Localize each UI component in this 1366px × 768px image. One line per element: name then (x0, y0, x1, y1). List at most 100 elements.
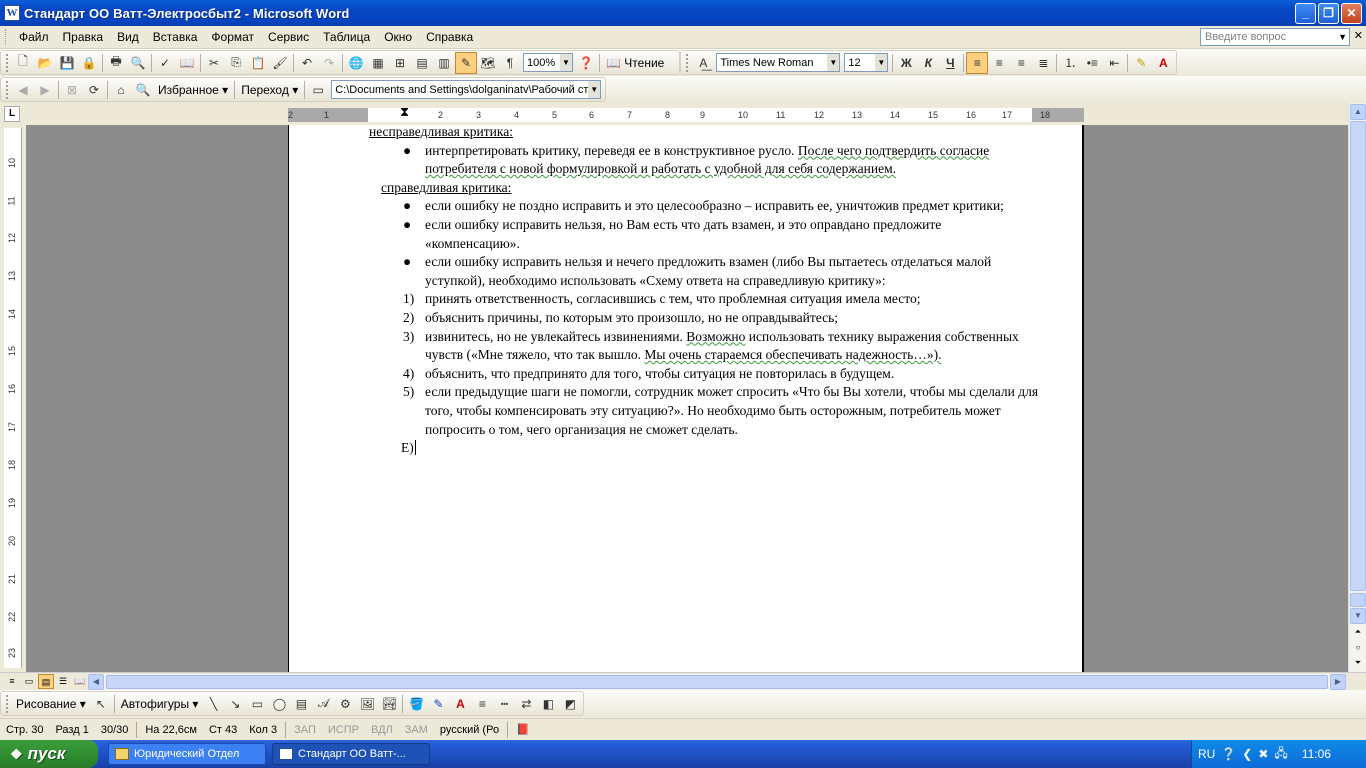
next-page-icon[interactable]: ⏷ (1350, 656, 1366, 672)
document-body[interactable]: несправедливая критика: ● интерпретироват… (369, 125, 1039, 458)
refresh-icon[interactable]: ⟳ (83, 79, 105, 101)
vertical-ruler[interactable]: 10 11 12 13 14 15 16 17 18 19 20 21 22 2… (4, 128, 22, 668)
help-question-input[interactable]: Введите вопрос ▼ (1200, 28, 1350, 46)
taskbar-item-folder[interactable]: Юридический Отдел (108, 743, 266, 765)
scroll-left-icon[interactable]: ◀ (88, 674, 104, 690)
close-document-icon[interactable]: ✕ (1354, 29, 1363, 42)
reading-view-icon[interactable]: 📖 (72, 674, 88, 689)
document-map-icon[interactable]: 🗺 (477, 52, 499, 74)
fill-color-icon[interactable]: 🪣 (405, 693, 427, 715)
textbox-icon[interactable]: ▤ (290, 693, 312, 715)
select-objects-icon[interactable]: ↖ (90, 693, 112, 715)
font-color-icon[interactable]: A (1152, 52, 1174, 74)
outline-view-icon[interactable]: ☰ (55, 674, 71, 689)
menu-help[interactable]: Справка (419, 30, 480, 44)
align-right-icon[interactable]: ≡ (1010, 52, 1032, 74)
highlight-icon[interactable]: ✎ (1130, 52, 1152, 74)
cut-icon[interactable]: ✂ (203, 52, 225, 74)
home-icon[interactable]: ⌂ (110, 79, 132, 101)
decrease-indent-icon[interactable]: ⇤ (1103, 52, 1125, 74)
line-icon[interactable]: ╲ (202, 693, 224, 715)
help-dropdown-icon[interactable]: ▼ (1338, 29, 1347, 45)
columns-icon[interactable]: ▥ (433, 52, 455, 74)
help-icon[interactable]: ❓ (575, 52, 597, 74)
justify-icon[interactable]: ≣ (1032, 52, 1054, 74)
horizontal-scroll-thumb[interactable] (106, 675, 1328, 689)
status-rec[interactable]: ЗАП (288, 724, 322, 736)
document-page[interactable]: несправедливая критика: ● интерпретироват… (288, 125, 1084, 672)
font-select[interactable]: Times New Roman ▼ (716, 53, 841, 72)
permission-icon[interactable]: 🔒 (78, 52, 100, 74)
italic-button[interactable]: К (917, 52, 939, 74)
status-track[interactable]: ИСПР (322, 724, 365, 736)
autoshapes-menu[interactable]: Автофигуры ▾ (117, 697, 203, 711)
shadow-icon[interactable]: ◧ (537, 693, 559, 715)
normal-view-icon[interactable]: ≡ (4, 674, 20, 689)
status-overtype[interactable]: ЗАМ (399, 724, 434, 736)
menu-file[interactable]: Файл (12, 30, 56, 44)
help-tray-icon[interactable]: ❔ (1221, 747, 1236, 761)
research-icon[interactable]: 📖 (176, 52, 198, 74)
scroll-right-icon[interactable]: ▶ (1330, 674, 1346, 690)
print-icon[interactable]: 🖶 (105, 52, 127, 74)
bold-button[interactable]: Ж (895, 52, 917, 74)
diagram-icon[interactable]: ⚙ (334, 693, 356, 715)
arrow-style-icon[interactable]: ⇄ (515, 693, 537, 715)
minimize-button[interactable]: _ (1295, 3, 1316, 24)
menu-tools[interactable]: Сервис (261, 30, 316, 44)
size-dropdown-icon[interactable]: ▼ (875, 54, 888, 71)
numbering-icon[interactable]: ⒈ (1059, 52, 1081, 74)
taskbar-item-word[interactable]: Стандарт ОО Ватт-... (272, 743, 430, 765)
clipart-icon[interactable]: 🖼 (356, 693, 378, 715)
wordart-icon[interactable]: 𝒜 (312, 693, 334, 715)
language-indicator[interactable]: RU (1198, 747, 1215, 761)
indent-marker-icon[interactable]: ⧗ (400, 105, 409, 119)
menu-view[interactable]: Вид (110, 30, 146, 44)
document-area[interactable]: несправедливая критика: ● интерпретироват… (26, 125, 1348, 672)
3d-icon[interactable]: ◩ (559, 693, 581, 715)
show-web-toolbar-icon[interactable]: ▭ (307, 79, 329, 101)
open-folder-icon[interactable]: 📂 (34, 52, 56, 74)
previous-page-icon[interactable]: ⏶ (1350, 625, 1366, 641)
menu-grip[interactable] (5, 29, 8, 45)
arrow-tray-icon[interactable]: ❮ (1242, 747, 1252, 761)
select-browse-object-icon[interactable]: ○ (1350, 641, 1366, 657)
show-hide-icon[interactable]: ¶ (499, 52, 521, 74)
underline-button[interactable]: Ч (939, 52, 961, 74)
menu-edit[interactable]: Правка (56, 30, 111, 44)
zoom-dropdown-icon[interactable]: ▼ (560, 54, 572, 71)
horizontal-ruler[interactable]: 2 1 ⧗ 2 3 4 5 6 7 8 9 10 11 12 13 14 15 … (288, 105, 1084, 122)
drawing-icon[interactable]: ✎ (455, 51, 477, 74)
scroll-up-icon[interactable]: ▲ (1350, 104, 1366, 120)
bullets-icon[interactable]: •≡ (1081, 52, 1103, 74)
align-center-icon[interactable]: ≡ (988, 52, 1010, 74)
rectangle-icon[interactable]: ▭ (246, 693, 268, 715)
status-extend[interactable]: ВДЛ (365, 724, 399, 736)
paste-icon[interactable]: 📋 (247, 52, 269, 74)
line-color-icon[interactable]: ✎ (427, 693, 449, 715)
web-view-icon[interactable]: ▭ (21, 674, 37, 689)
restore-button[interactable]: ❐ (1318, 3, 1339, 24)
toolbar-grip[interactable] (6, 694, 9, 713)
font-dropdown-icon[interactable]: ▼ (827, 54, 840, 71)
toolbar-grip[interactable] (6, 80, 9, 99)
antivirus-tray-icon[interactable]: ✖ (1258, 747, 1268, 761)
tab-selector[interactable]: L (4, 106, 20, 122)
menu-insert[interactable]: Вставка (146, 30, 205, 44)
font-size-select[interactable]: 12 ▼ (844, 53, 889, 72)
tables-borders-icon[interactable]: ▦ (367, 52, 389, 74)
scroll-thumb[interactable] (1350, 593, 1366, 607)
save-icon[interactable]: 💾 (56, 52, 78, 74)
menu-format[interactable]: Формат (204, 30, 261, 44)
scroll-down-icon[interactable]: ▼ (1350, 608, 1366, 624)
arrow-icon[interactable]: ↘ (224, 693, 246, 715)
forward-icon[interactable]: ▶ (34, 79, 56, 101)
favorites-menu[interactable]: Избранное ▾ (154, 83, 232, 97)
print-layout-icon[interactable]: ▤ (38, 674, 54, 689)
spelling-icon[interactable]: ✓ (154, 52, 176, 74)
styles-icon[interactable]: A͟ (692, 52, 714, 74)
toolbar-grip[interactable] (6, 53, 9, 72)
toolbar-grip[interactable] (686, 53, 689, 72)
close-button[interactable]: ✕ (1341, 3, 1362, 24)
hyperlink-icon[interactable]: 🌐 (345, 52, 367, 74)
